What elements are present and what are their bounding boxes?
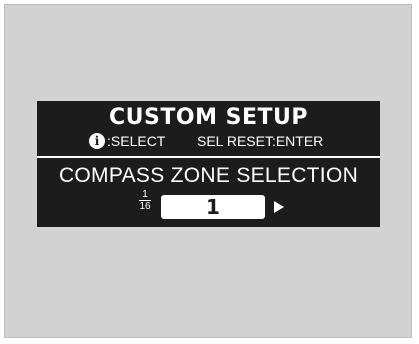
divider <box>37 156 380 158</box>
fraction-numerator: 1 <box>142 189 148 200</box>
page-fraction: 1 16 <box>138 189 152 212</box>
right-arrow-icon[interactable] <box>274 201 284 213</box>
zone-value-selector[interactable]: 1 <box>161 195 265 219</box>
fraction-denominator: 16 <box>139 201 151 212</box>
hint-select-label: :SELECT <box>107 133 166 149</box>
display-screen: CUSTOM SETUP i :SELECT SEL RESET:ENTER C… <box>37 101 380 227</box>
menu-subtitle: COMPASS ZONE SELECTION <box>58 164 359 187</box>
hint-row: i :SELECT SEL RESET:ENTER <box>37 132 380 150</box>
info-icon: i <box>89 133 105 149</box>
hint-reset-label: SEL RESET:ENTER <box>197 133 324 149</box>
figure-frame: CUSTOM SETUP i :SELECT SEL RESET:ENTER C… <box>4 4 412 338</box>
screen-title: CUSTOM SETUP <box>109 105 308 130</box>
